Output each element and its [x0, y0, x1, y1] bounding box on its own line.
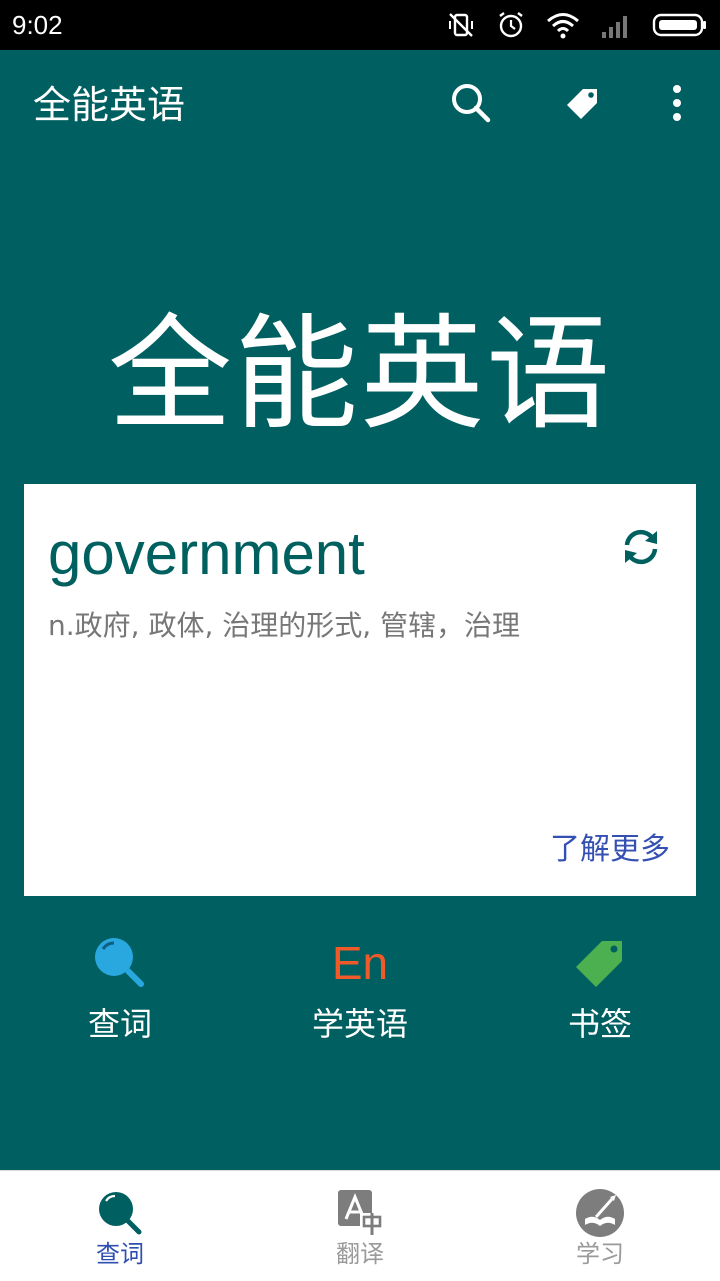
- battery-icon: [652, 11, 708, 39]
- en-icon: En: [260, 932, 460, 994]
- more-vert-icon: [671, 84, 683, 126]
- status-icons: [446, 8, 708, 42]
- word-definition: n.政府, 政体, 治理的形式, 管辖，治理: [48, 609, 521, 642]
- bookmark-button[interactable]: [556, 78, 610, 132]
- shortcut-lookup[interactable]: 查词: [20, 928, 220, 1058]
- app-title: 全能英语: [33, 83, 186, 127]
- study-icon: [480, 1187, 720, 1239]
- learn-more-link[interactable]: 了解更多: [550, 830, 670, 870]
- magnifier-icon: [20, 932, 220, 994]
- word-headword: government: [48, 520, 365, 587]
- shortcut-bookmarks[interactable]: 书签: [500, 928, 700, 1058]
- status-time: 9:02: [12, 10, 63, 40]
- nav-tab-study[interactable]: 学习: [480, 1171, 720, 1281]
- app-bar: 全能英语: [0, 50, 720, 162]
- shortcut-row: 查词 En 学英语 书签: [0, 928, 720, 1058]
- nav-tab-study-label: 学习: [576, 1240, 624, 1268]
- translate-icon: [240, 1187, 480, 1239]
- more-options-button[interactable]: [650, 78, 704, 132]
- refresh-icon: [619, 525, 663, 573]
- shortcut-lookup-label: 查词: [87, 1005, 152, 1043]
- en-glyph: En: [331, 937, 389, 989]
- search-icon: [449, 81, 493, 129]
- nav-tab-translate[interactable]: 翻译: [240, 1171, 480, 1281]
- alarm-icon: [496, 10, 526, 40]
- shortcut-learn-english-label: 学英语: [311, 1005, 408, 1043]
- nav-tab-lookup[interactable]: 查词: [0, 1171, 240, 1281]
- signal-icon: [600, 10, 632, 40]
- word-of-the-day-card[interactable]: government n.政府, 政体, 治理的形式, 管辖，治理 了解更多: [24, 484, 696, 896]
- vibrate-off-icon: [446, 10, 476, 40]
- nav-tab-translate-label: 翻译: [336, 1240, 384, 1268]
- refresh-button[interactable]: [616, 524, 666, 574]
- tag-icon: [563, 83, 603, 127]
- bottom-navigation: 查词 翻译 学习: [0, 1170, 720, 1281]
- shortcut-learn-english[interactable]: En 学英语: [260, 928, 460, 1058]
- wifi-icon: [546, 10, 580, 40]
- nav-tab-lookup-label: 查词: [96, 1240, 144, 1268]
- hero-title: 全能英语: [107, 303, 612, 447]
- bookmark-tag-icon: [500, 932, 700, 994]
- search-button[interactable]: [444, 78, 498, 132]
- shortcut-bookmarks-label: 书签: [567, 1005, 632, 1043]
- search-nav-icon: [0, 1187, 240, 1239]
- status-bar: 9:02: [0, 0, 720, 50]
